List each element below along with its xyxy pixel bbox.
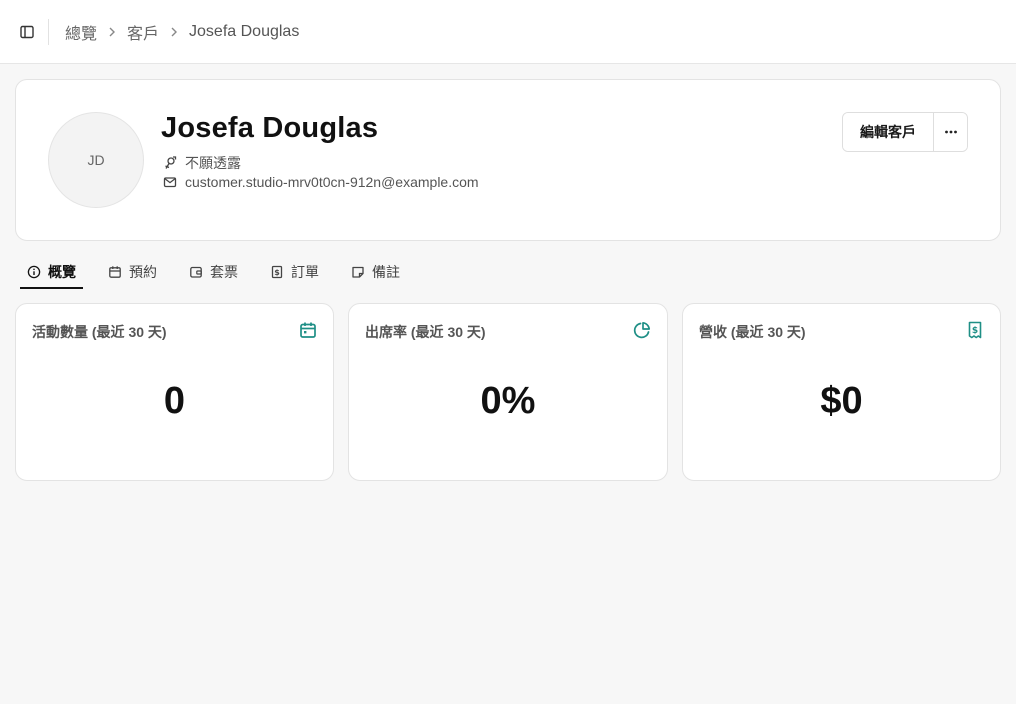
email-value[interactable]: customer.studio-mrv0t0cn-912n@example.co… xyxy=(185,174,479,190)
breadcrumb-customers[interactable]: 客戶 xyxy=(127,20,159,44)
tab-overview[interactable]: 概覽 xyxy=(20,256,83,289)
stat-card-attendance-rate: 出席率 (最近 30 天) 0% xyxy=(348,303,668,481)
calendar-icon xyxy=(109,266,121,278)
stat-label: 出席率 (最近 30 天) xyxy=(365,324,486,340)
sidebar-toggle-button[interactable] xyxy=(16,21,38,43)
mail-icon xyxy=(163,177,177,188)
sidebar-icon xyxy=(20,25,34,38)
tab-appointments[interactable]: 預約 xyxy=(101,256,164,288)
breadcrumb: 總覽 客戶 Josefa Douglas xyxy=(65,20,299,44)
tab-notes[interactable]: 備註 xyxy=(344,256,407,288)
profile-actions: 編輯客戶 xyxy=(842,112,968,152)
svg-text:$: $ xyxy=(274,268,280,277)
more-actions-button[interactable] xyxy=(934,113,967,151)
calendar-icon xyxy=(300,322,316,338)
pie-chart-icon xyxy=(633,321,651,339)
gender-icon xyxy=(165,156,177,169)
receipt-icon: $ xyxy=(968,321,982,339)
email-row: customer.studio-mrv0t0cn-912n@example.co… xyxy=(163,174,479,190)
gender-value: 不願透露 xyxy=(185,155,241,171)
more-horizontal-icon xyxy=(944,130,957,134)
stat-label: 活動數量 (最近 30 天) xyxy=(32,324,167,340)
customer-tabs: 概覽 預約 套票 $ 訂單 備註 xyxy=(20,256,425,290)
toolbar-divider xyxy=(48,18,49,45)
stat-value: 0% xyxy=(480,380,536,422)
stat-card-revenue: 營收 (最近 30 天) $ $0 xyxy=(682,303,1001,481)
breadcrumb-overview[interactable]: 總覽 xyxy=(65,20,97,44)
customer-profile-card: JD Josefa Douglas 不願透露 customer.studio-m… xyxy=(15,79,1001,241)
stat-label: 營收 (最近 30 天) xyxy=(699,324,806,340)
wallet-icon xyxy=(190,266,202,278)
sticky-note-icon xyxy=(352,266,364,278)
edit-customer-button[interactable]: 編輯客戶 xyxy=(843,113,934,151)
svg-text:$: $ xyxy=(972,326,978,336)
chevron-right-icon xyxy=(108,27,116,37)
info-icon xyxy=(27,265,41,278)
tab-packages[interactable]: 套票 xyxy=(182,256,245,288)
gender-row: 不願透露 xyxy=(163,153,241,173)
stat-card-activity-count: 活動數量 (最近 30 天) 0 xyxy=(15,303,334,481)
receipt-icon: $ xyxy=(271,265,283,279)
top-bar: 總覽 客戶 Josefa Douglas xyxy=(0,0,1016,64)
stat-value: $0 xyxy=(820,380,863,422)
tab-orders[interactable]: $ 訂單 xyxy=(263,256,326,288)
stat-value: 0 xyxy=(163,380,186,422)
breadcrumb-current: Josefa Douglas xyxy=(189,22,300,40)
customer-name: Josefa Douglas xyxy=(161,112,379,144)
chevron-right-icon xyxy=(170,27,178,37)
avatar: JD xyxy=(48,112,144,208)
